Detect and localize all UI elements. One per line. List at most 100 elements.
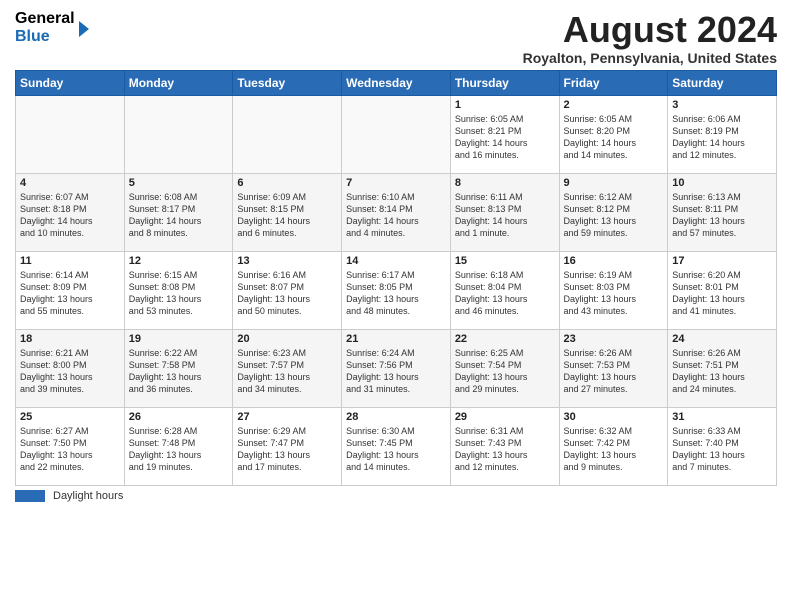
- calendar-cell: [342, 95, 451, 173]
- calendar-cell: 3 Sunrise: 6:06 AM Sunset: 8:19 PM Daylig…: [668, 95, 777, 173]
- day-number: 18: [20, 333, 120, 345]
- day-info: Sunrise: 6:23 AM Sunset: 7:57 PM Dayligh…: [237, 347, 337, 396]
- day-info: Sunrise: 6:33 AM Sunset: 7:40 PM Dayligh…: [672, 425, 772, 474]
- calendar-cell: 12Sunrise: 6:15 AM Sunset: 8:08 PM Dayli…: [124, 251, 233, 329]
- day-number: 21: [346, 333, 446, 345]
- calendar-cell: 25 Sunrise: 6:27 AM Sunset: 7:50 PM Dayli…: [16, 407, 125, 485]
- day-header-friday: Friday: [559, 70, 668, 95]
- day-number: 26: [129, 411, 229, 423]
- calendar-cell: 1Sunrise: 6:05 AM Sunset: 8:21 PM Daylig…: [450, 95, 559, 173]
- day-number: 27: [237, 411, 337, 423]
- week-row-1: 1Sunrise: 6:05 AM Sunset: 8:21 PM Daylig…: [16, 95, 777, 173]
- day-info: Sunrise: 6:26 AM Sunset: 7:51 PM Dayligh…: [672, 347, 772, 396]
- day-number: 2: [564, 99, 664, 111]
- day-number: 22: [455, 333, 555, 345]
- calendar-cell: 22 Sunrise: 6:25 AM Sunset: 7:54 PM Dayli…: [450, 329, 559, 407]
- week-row-5: 25 Sunrise: 6:27 AM Sunset: 7:50 PM Dayli…: [16, 407, 777, 485]
- calendar-cell: 13Sunrise: 6:16 AM Sunset: 8:07 PM Dayli…: [233, 251, 342, 329]
- day-info: Sunrise: 6:17 AM Sunset: 8:05 PM Dayligh…: [346, 269, 446, 318]
- calendar-cell: 4 Sunrise: 6:07 AM Sunset: 8:18 PM Daylig…: [16, 173, 125, 251]
- calendar-cell: 27 Sunrise: 6:29 AM Sunset: 7:47 PM Dayli…: [233, 407, 342, 485]
- week-row-3: 11 Sunrise: 6:14 AM Sunset: 8:09 PM Dayli…: [16, 251, 777, 329]
- day-header-wednesday: Wednesday: [342, 70, 451, 95]
- day-info: Sunrise: 6:32 AM Sunset: 7:42 PM Dayligh…: [564, 425, 664, 474]
- logo-blue: Blue: [15, 28, 50, 45]
- calendar-cell: [124, 95, 233, 173]
- calendar-cell: [16, 95, 125, 173]
- day-info: Sunrise: 6:12 AM Sunset: 8:12 PM Dayligh…: [564, 191, 664, 240]
- calendar-cell: 29 Sunrise: 6:31 AM Sunset: 7:43 PM Dayli…: [450, 407, 559, 485]
- day-info: Sunrise: 6:27 AM Sunset: 7:50 PM Dayligh…: [20, 425, 120, 474]
- calendar-cell: 9 Sunrise: 6:12 AM Sunset: 8:12 PM Daylig…: [559, 173, 668, 251]
- day-info: Sunrise: 6:26 AM Sunset: 7:53 PM Dayligh…: [564, 347, 664, 396]
- day-info: Sunrise: 6:25 AM Sunset: 7:54 PM Dayligh…: [455, 347, 555, 396]
- calendar-cell: 30 Sunrise: 6:32 AM Sunset: 7:42 PM Dayli…: [559, 407, 668, 485]
- calendar-cell: 5Sunrise: 6:08 AM Sunset: 8:17 PM Daylig…: [124, 173, 233, 251]
- calendar-cell: 15Sunrise: 6:18 AM Sunset: 8:04 PM Dayli…: [450, 251, 559, 329]
- logo-text-block: General Blue: [15, 10, 75, 45]
- day-number: 9: [564, 177, 664, 189]
- day-number: 12: [129, 255, 229, 267]
- day-header-thursday: Thursday: [450, 70, 559, 95]
- day-number: 25: [20, 411, 120, 423]
- day-info: Sunrise: 6:10 AM Sunset: 8:14 PM Dayligh…: [346, 191, 446, 240]
- day-info: Sunrise: 6:18 AM Sunset: 8:04 PM Dayligh…: [455, 269, 555, 318]
- day-info: Sunrise: 6:14 AM Sunset: 8:09 PM Dayligh…: [20, 269, 120, 318]
- calendar-cell: 10 Sunrise: 6:13 AM Sunset: 8:11 PM Dayli…: [668, 173, 777, 251]
- day-info: Sunrise: 6:05 AM Sunset: 8:20 PM Dayligh…: [564, 113, 664, 162]
- calendar-cell: 7Sunrise: 6:10 AM Sunset: 8:14 PM Daylig…: [342, 173, 451, 251]
- day-number: 11: [20, 255, 120, 267]
- day-info: Sunrise: 6:06 AM Sunset: 8:19 PM Dayligh…: [672, 113, 772, 162]
- day-number: 17: [672, 255, 772, 267]
- calendar-header: SundayMondayTuesdayWednesdayThursdayFrid…: [16, 70, 777, 95]
- day-info: Sunrise: 6:28 AM Sunset: 7:48 PM Dayligh…: [129, 425, 229, 474]
- day-header-sunday: Sunday: [16, 70, 125, 95]
- day-number: 3: [672, 99, 772, 111]
- month-title: August 2024: [523, 10, 777, 50]
- page-container: General Blue August 2024 Royalton, Penns…: [0, 0, 792, 507]
- calendar-cell: 2 Sunrise: 6:05 AM Sunset: 8:20 PM Daylig…: [559, 95, 668, 173]
- daylight-label: Daylight hours: [53, 490, 123, 502]
- day-number: 19: [129, 333, 229, 345]
- calendar-cell: 28Sunrise: 6:30 AM Sunset: 7:45 PM Dayli…: [342, 407, 451, 485]
- day-number: 5: [129, 177, 229, 189]
- calendar-cell: 23Sunrise: 6:26 AM Sunset: 7:53 PM Dayli…: [559, 329, 668, 407]
- calendar-cell: 14Sunrise: 6:17 AM Sunset: 8:05 PM Dayli…: [342, 251, 451, 329]
- day-info: Sunrise: 6:05 AM Sunset: 8:21 PM Dayligh…: [455, 113, 555, 162]
- calendar-cell: 21Sunrise: 6:24 AM Sunset: 7:56 PM Dayli…: [342, 329, 451, 407]
- calendar-cell: [233, 95, 342, 173]
- calendar-cell: 17 Sunrise: 6:20 AM Sunset: 8:01 PM Dayli…: [668, 251, 777, 329]
- day-number: 20: [237, 333, 337, 345]
- day-number: 13: [237, 255, 337, 267]
- header: General Blue August 2024 Royalton, Penns…: [15, 10, 777, 66]
- day-number: 16: [564, 255, 664, 267]
- calendar-cell: 16 Sunrise: 6:19 AM Sunset: 8:03 PM Dayli…: [559, 251, 668, 329]
- week-row-2: 4 Sunrise: 6:07 AM Sunset: 8:18 PM Daylig…: [16, 173, 777, 251]
- day-number: 30: [564, 411, 664, 423]
- day-info: Sunrise: 6:20 AM Sunset: 8:01 PM Dayligh…: [672, 269, 772, 318]
- day-number: 29: [455, 411, 555, 423]
- calendar-cell: 6Sunrise: 6:09 AM Sunset: 8:15 PM Daylig…: [233, 173, 342, 251]
- day-info: Sunrise: 6:07 AM Sunset: 8:18 PM Dayligh…: [20, 191, 120, 240]
- calendar-cell: 8Sunrise: 6:11 AM Sunset: 8:13 PM Daylig…: [450, 173, 559, 251]
- day-header-monday: Monday: [124, 70, 233, 95]
- calendar-cell: 24 Sunrise: 6:26 AM Sunset: 7:51 PM Dayli…: [668, 329, 777, 407]
- location: Royalton, Pennsylvania, United States: [523, 50, 777, 66]
- daylight-bar-icon: [15, 490, 45, 502]
- calendar-cell: 19Sunrise: 6:22 AM Sunset: 7:58 PM Dayli…: [124, 329, 233, 407]
- day-header-saturday: Saturday: [668, 70, 777, 95]
- day-number: 4: [20, 177, 120, 189]
- week-row-4: 18 Sunrise: 6:21 AM Sunset: 8:00 PM Dayli…: [16, 329, 777, 407]
- day-info: Sunrise: 6:19 AM Sunset: 8:03 PM Dayligh…: [564, 269, 664, 318]
- day-info: Sunrise: 6:31 AM Sunset: 7:43 PM Dayligh…: [455, 425, 555, 474]
- day-info: Sunrise: 6:21 AM Sunset: 8:00 PM Dayligh…: [20, 347, 120, 396]
- day-number: 10: [672, 177, 772, 189]
- day-number: 24: [672, 333, 772, 345]
- day-info: Sunrise: 6:30 AM Sunset: 7:45 PM Dayligh…: [346, 425, 446, 474]
- calendar-cell: 11 Sunrise: 6:14 AM Sunset: 8:09 PM Dayli…: [16, 251, 125, 329]
- day-info: Sunrise: 6:13 AM Sunset: 8:11 PM Dayligh…: [672, 191, 772, 240]
- day-info: Sunrise: 6:09 AM Sunset: 8:15 PM Dayligh…: [237, 191, 337, 240]
- day-info: Sunrise: 6:29 AM Sunset: 7:47 PM Dayligh…: [237, 425, 337, 474]
- calendar-body: 1Sunrise: 6:05 AM Sunset: 8:21 PM Daylig…: [16, 95, 777, 485]
- calendar-cell: 31Sunrise: 6:33 AM Sunset: 7:40 PM Dayli…: [668, 407, 777, 485]
